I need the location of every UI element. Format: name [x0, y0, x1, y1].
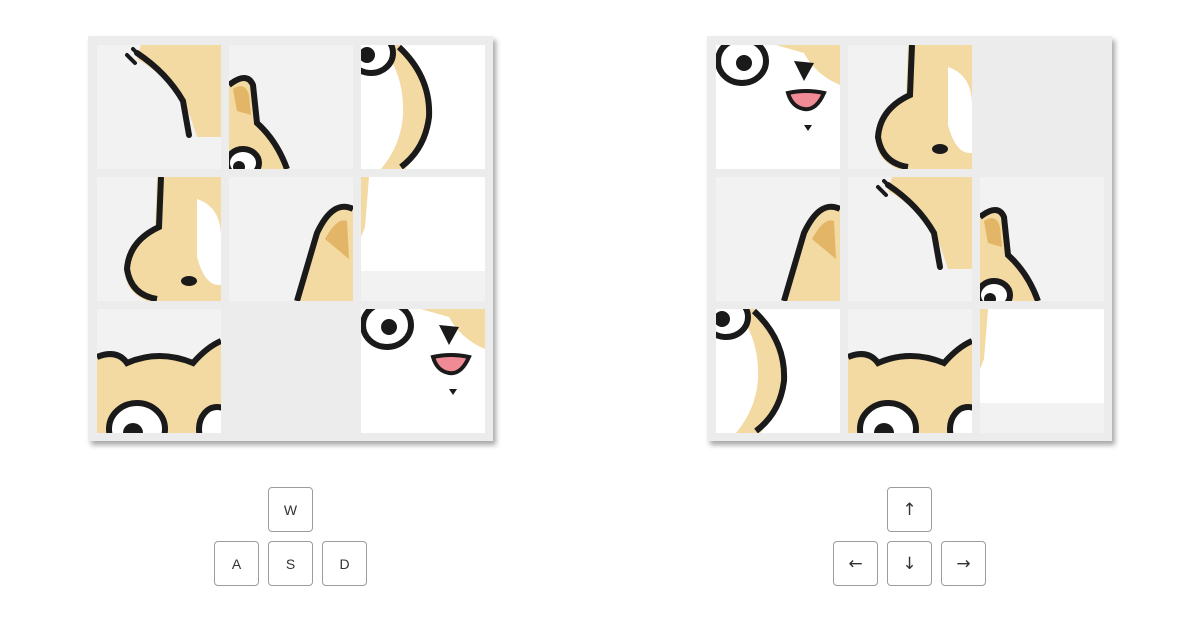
- tile-r2-c2: [848, 177, 972, 301]
- tile-r3-c3: [361, 309, 485, 433]
- tile-r1-c2: [848, 45, 972, 169]
- key-s[interactable]: S: [268, 541, 313, 586]
- empty-slot: [229, 309, 353, 433]
- key-w[interactable]: W: [268, 487, 313, 532]
- tile-r2-c3: [980, 177, 1104, 301]
- tile-r1-c3: [361, 45, 485, 169]
- tile-r1-c1: [97, 45, 221, 169]
- tile-r2-c1: [97, 177, 221, 301]
- tile-r3-c2: [848, 309, 972, 433]
- tile-r3-c3: [980, 309, 1104, 433]
- key-arrow-right[interactable]: →: [941, 541, 986, 586]
- key-arrow-left[interactable]: ←: [833, 541, 878, 586]
- tile-r2-c1: [716, 177, 840, 301]
- empty-slot: [980, 45, 1104, 169]
- tile-r3-c1: [97, 309, 221, 433]
- key-arrow-up[interactable]: ↑: [887, 487, 932, 532]
- tile-r3-c1: [716, 309, 840, 433]
- tile-r1-c1: [716, 45, 840, 169]
- wasd-keys: W A S D: [214, 487, 374, 593]
- tile-r2-c2: [229, 177, 353, 301]
- puzzle-board-left: [88, 36, 493, 441]
- arrow-keys: ↑ ← ↓ →: [833, 487, 993, 593]
- key-d[interactable]: D: [322, 541, 367, 586]
- key-a[interactable]: A: [214, 541, 259, 586]
- tile-r2-c3: [361, 177, 485, 301]
- key-arrow-down[interactable]: ↓: [887, 541, 932, 586]
- tile-r1-c2: [229, 45, 353, 169]
- puzzle-board-right: [707, 36, 1112, 441]
